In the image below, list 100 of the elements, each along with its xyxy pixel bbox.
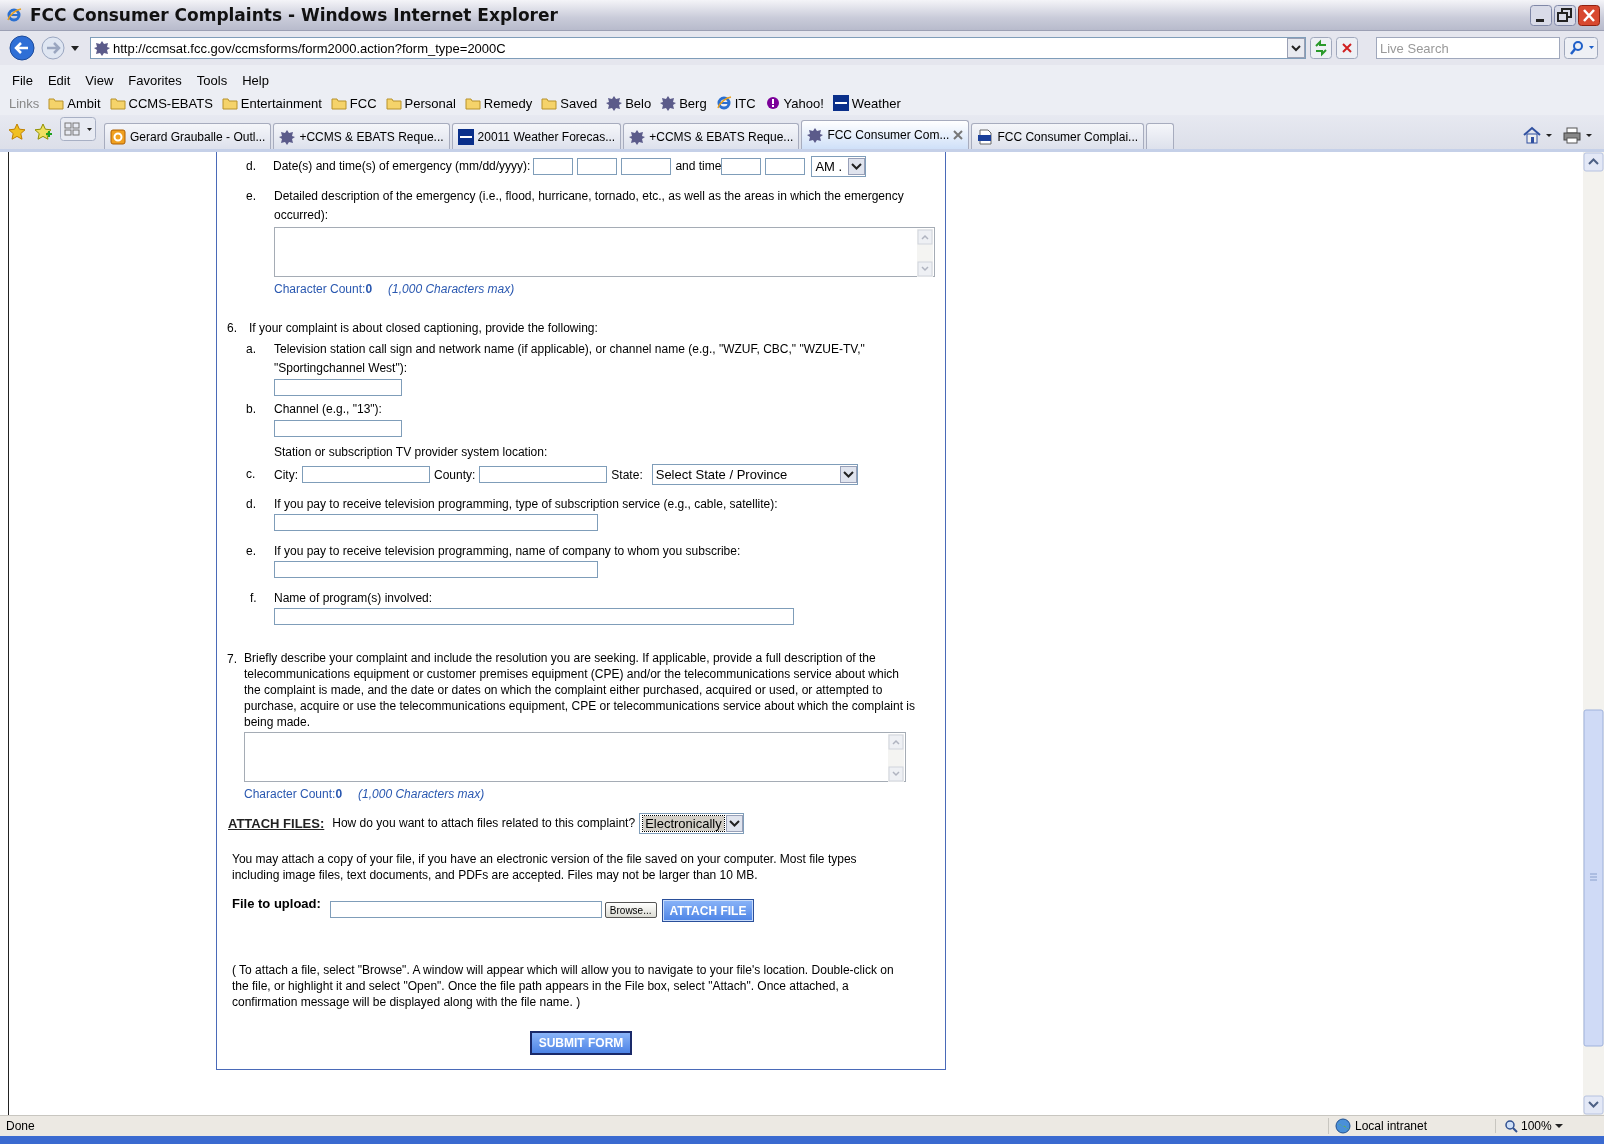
link-button[interactable]: Personal: [385, 95, 456, 111]
city-field[interactable]: [302, 465, 430, 483]
time-field[interactable]: [721, 158, 762, 175]
vertical-scrollbar[interactable]: [1583, 152, 1604, 1115]
status-text: Done: [6, 1119, 36, 1133]
close-icon[interactable]: [953, 130, 964, 140]
gear-icon: [629, 128, 646, 145]
browser-icon: [715, 95, 732, 111]
close-button[interactable]: [1578, 4, 1600, 26]
text-field[interactable]: [274, 420, 402, 437]
menu-item[interactable]: View: [85, 72, 114, 88]
menu-item[interactable]: Favorites: [128, 72, 182, 88]
back-button[interactable]: [8, 34, 36, 62]
browser-tab[interactable]: +CCMS & EBATS Reque...: [273, 123, 450, 149]
time-field[interactable]: [765, 158, 806, 175]
link-button[interactable]: Saved: [541, 95, 598, 111]
field-label: File to upload:: [232, 896, 321, 911]
folder-icon: [330, 96, 347, 110]
dropdown-caret-icon[interactable]: [1287, 38, 1305, 58]
quick-tabs-button[interactable]: [60, 117, 96, 141]
folder-icon: [385, 96, 402, 110]
browser-icon: [6, 7, 22, 23]
new-tab-button[interactable]: [1146, 123, 1175, 149]
address-field[interactable]: http://ccmsat.fcc.gov/ccmsforms/form2000.action?form_type=2000C: [90, 37, 1306, 59]
character-count: Character Count:0: [244, 786, 343, 802]
item-marker: a.: [246, 341, 257, 358]
link-button[interactable]: Remedy: [464, 95, 533, 111]
link-button[interactable]: Yahoo!: [764, 95, 824, 111]
gear-icon: [660, 95, 677, 111]
text-field[interactable]: [274, 561, 598, 578]
county-field[interactable]: [479, 465, 608, 483]
browser-tab[interactable]: Gerard Grauballe - Outl...: [104, 123, 272, 149]
link-button[interactable]: Ambit: [48, 95, 101, 111]
dropdown-caret-icon[interactable]: [70, 44, 80, 52]
browser-tab[interactable]: 20011 Weather Forecas...: [451, 123, 622, 149]
star-icon[interactable]: [8, 123, 26, 141]
file-path-field[interactable]: [329, 901, 602, 918]
text-field[interactable]: [274, 379, 402, 396]
info-text: You may attach a copy of your file, if you have an electronic version of the file saved on your computer. Most file types including image files, text documents, and PDFs are accepted. Files may not be larger than 10 MB.: [232, 851, 858, 883]
browse-button[interactable]: Browse...: [604, 902, 657, 918]
section-heading: ATTACH FILES:: [228, 816, 325, 831]
link-button[interactable]: Weather: [832, 95, 901, 111]
printer-icon[interactable]: [1562, 126, 1592, 144]
link-button[interactable]: Berg: [660, 95, 707, 111]
attach-method-select[interactable]: Electronically: [639, 813, 745, 834]
mail-icon: [110, 128, 126, 145]
date-field[interactable]: [533, 158, 574, 175]
character-limit: (1,000 Characters max): [358, 786, 485, 802]
menu-item[interactable]: Tools: [196, 72, 228, 88]
gear-icon: [94, 40, 110, 56]
field-label: Station or subscription TV provider system location:: [274, 444, 549, 461]
text-area[interactable]: [274, 227, 935, 277]
gear-icon: [807, 127, 824, 143]
menu-item[interactable]: File: [12, 72, 33, 88]
field-label: If you pay to receive television programming, name of company to whom you subscribe:: [274, 543, 742, 560]
state-select[interactable]: Select State / Province: [651, 463, 858, 485]
question-text: How do you want to attach files related to this complaint?: [332, 815, 636, 832]
search-button[interactable]: [1564, 37, 1598, 59]
date-field[interactable]: [621, 158, 672, 175]
menu-item[interactable]: Edit: [47, 72, 71, 88]
question-number: 7.: [227, 651, 238, 668]
browser-tab[interactable]: FCC Consumer Com...: [801, 120, 970, 149]
home-icon[interactable]: [1522, 126, 1552, 144]
globe-icon: [1335, 1118, 1351, 1134]
dropdown-caret-icon: [848, 158, 866, 175]
am-pm-select[interactable]: AM .: [811, 156, 867, 177]
folder-icon: [541, 96, 558, 110]
text-field[interactable]: [274, 608, 794, 625]
text-area[interactable]: [244, 732, 906, 782]
link-button[interactable]: FCC: [330, 95, 377, 111]
refresh-button[interactable]: [1310, 37, 1332, 59]
item-marker: c.: [246, 465, 257, 483]
zoom-button[interactable]: 100%: [1495, 1119, 1584, 1133]
link-button[interactable]: Entertainment: [221, 95, 322, 111]
question-text: Briefly describe your complaint and include the resolution you are seeking. If applicable, provide a full description of the telecommunications equipment or customer premises equipment (CPE) and/or the telecommunications service about which the complaint is made, and the date or dates on which the complaint either purchased, acquired or used, or attempted to purchase, acquire or use the telecommunications equipment, CPE or telecommunications service about which the complaint is being made.: [244, 650, 916, 730]
browser-tab[interactable]: +CCMS & EBATS Reque...: [623, 123, 800, 149]
search-field[interactable]: Live Search: [1376, 37, 1560, 59]
field-label: Channel (e.g., "13"):: [274, 401, 383, 418]
stop-button[interactable]: [1336, 37, 1358, 59]
exclaim-icon: [764, 96, 781, 110]
link-button[interactable]: Belo: [606, 95, 652, 111]
text-field[interactable]: [274, 514, 598, 531]
field-label: Date(s) and time(s) of emergency (mm/dd/yyyy):: [273, 158, 531, 175]
instructions-text: ( To attach a file, select "Browse". A window will appear which will allow you to navigate to your file's location. Double-click on the file, or highlight it and select "Open". Once the file path appears in the File box, select "Attach". Once attached, a confirmation message will be displayed along with the file name. ): [232, 962, 895, 1010]
minimize-button[interactable]: [1530, 4, 1552, 26]
dropdown-caret-icon: [726, 815, 744, 832]
browser-tab[interactable]: FCC Consumer Complai...: [971, 123, 1145, 149]
item-marker: f.: [249, 590, 258, 607]
field-label: and time: [675, 158, 722, 175]
link-button[interactable]: ITC: [715, 95, 756, 111]
menu-item[interactable]: Help: [242, 72, 269, 88]
field-label: Television station call sign and network name (if applicable), or channel name (e.g., "WZUF, CBC," "WZUE-TV," "Sportingchannel West"):: [274, 341, 866, 377]
item-marker: e.: [246, 543, 257, 560]
link-button[interactable]: CCMS-EBATS: [109, 95, 213, 111]
item-marker: d.: [246, 158, 257, 175]
date-field[interactable]: [577, 158, 618, 175]
folder-icon: [109, 96, 126, 110]
square-logo-icon: [457, 128, 474, 145]
restore-button[interactable]: [1554, 4, 1576, 26]
add-favorite-icon[interactable]: [34, 123, 52, 141]
